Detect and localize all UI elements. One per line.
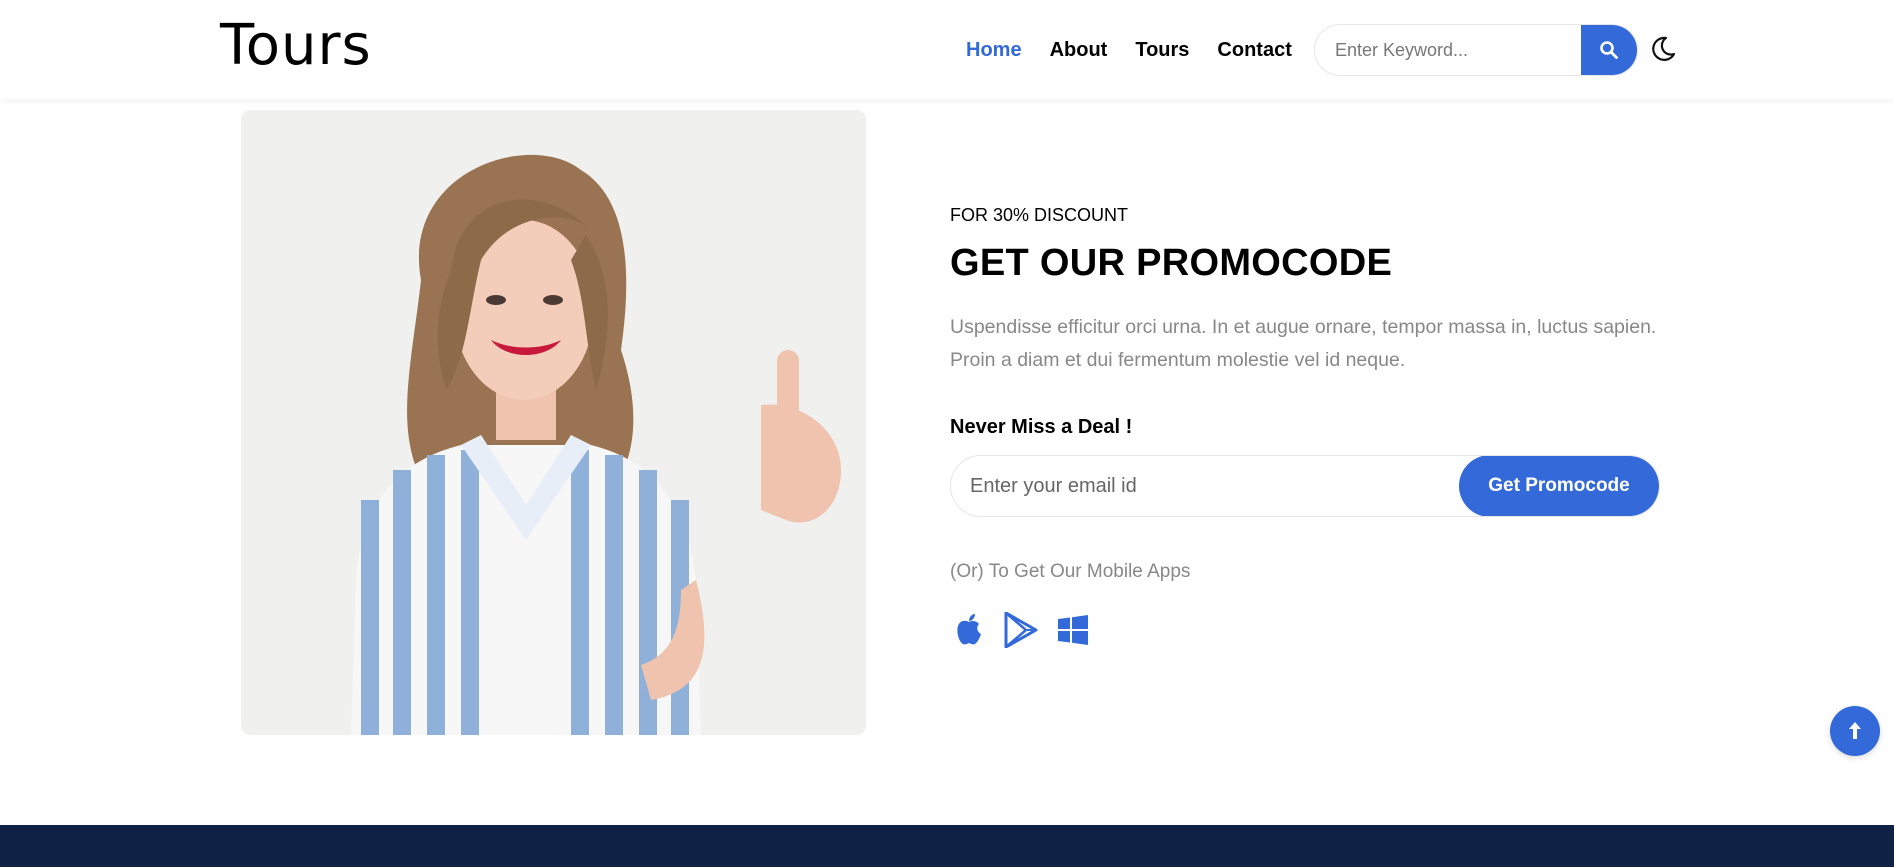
search-box — [1314, 24, 1638, 76]
moon-icon — [1652, 36, 1676, 61]
search-icon — [1600, 41, 1618, 59]
promo-description: Uspendisse efficitur orci urna. In et au… — [950, 316, 1657, 371]
search-input[interactable] — [1315, 25, 1583, 75]
nav-about[interactable]: About — [1050, 38, 1108, 62]
google-play-link[interactable] — [1002, 611, 1040, 649]
woman-thumbs-up-image — [241, 110, 866, 735]
google-play-icon — [1004, 612, 1038, 648]
theme-toggle[interactable] — [1648, 34, 1678, 64]
promo-section: FOR 30% DISCOUNT GET OUR PROMOCODE Uspen… — [950, 205, 1670, 649]
promo-eyebrow: FOR 30% DISCOUNT — [950, 205, 1129, 225]
email-input[interactable] — [951, 456, 1461, 516]
get-promocode-button[interactable]: Get Promocode — [1459, 456, 1659, 516]
email-form: Get Promocode — [950, 455, 1660, 517]
apple-store-link[interactable] — [950, 611, 988, 649]
main-nav: Home About Tours Contact — [966, 38, 1320, 62]
app-icons — [950, 611, 1670, 649]
search-button[interactable] — [1581, 25, 1637, 75]
deal-label: Never Miss a Deal ! — [950, 416, 1133, 438]
footer — [0, 825, 1894, 867]
back-to-top-button[interactable] — [1830, 706, 1880, 756]
nav-home[interactable]: Home — [966, 38, 1022, 62]
windows-icon — [1058, 615, 1088, 645]
promo-title: GET OUR PROMOCODE — [950, 242, 1393, 284]
promo-photo — [241, 110, 866, 735]
apps-text: (Or) To Get Our Mobile Apps — [950, 561, 1191, 582]
site-header: Tours Home About Tours Contact — [0, 0, 1894, 99]
windows-store-link[interactable] — [1054, 611, 1092, 649]
apple-icon — [957, 614, 981, 645]
site-logo[interactable]: Tours — [220, 18, 372, 74]
nav-contact[interactable]: Contact — [1217, 38, 1291, 62]
arrow-up-icon — [1849, 722, 1861, 739]
nav-tours[interactable]: Tours — [1135, 38, 1189, 62]
